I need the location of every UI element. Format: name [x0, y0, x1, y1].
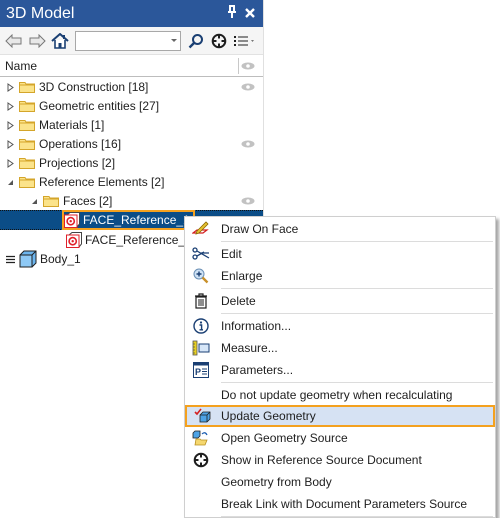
- menu-item-measure[interactable]: Measure...: [185, 337, 495, 359]
- panel-title: 3D Model: [6, 4, 75, 22]
- menu-separator: [221, 382, 493, 383]
- tree-item-label: FACE_Reference_2: [85, 233, 192, 247]
- close-icon[interactable]: [241, 6, 259, 22]
- tree-item-faces[interactable]: Faces [2]: [0, 191, 263, 211]
- menu-item-break-link[interactable]: Break Link with Document Parameters Sour…: [185, 493, 495, 515]
- tree-item-label: Body_1: [40, 252, 81, 266]
- search-combobox[interactable]: [75, 30, 181, 51]
- tree-item-label: 3D Construction [18]: [39, 80, 149, 94]
- tree-item-label: Faces [2]: [63, 194, 113, 208]
- panel-titlebar: 3D Model: [0, 0, 263, 27]
- folder-icon: [19, 120, 35, 131]
- menu-item-open-geometry-source[interactable]: Open Geometry Source: [185, 427, 495, 449]
- tree-item-label: FACE_Reference_1: [83, 213, 190, 227]
- folder-icon: [19, 177, 35, 188]
- selection-highlight-box: FACE_Reference_1: [62, 210, 195, 230]
- expand-arrow-icon[interactable]: [5, 82, 15, 92]
- arrow-right-icon[interactable]: [27, 31, 47, 51]
- menu-separator: [221, 241, 493, 242]
- tree-item-label: Projections [2]: [39, 156, 116, 170]
- column-divider[interactable]: [238, 58, 239, 74]
- menu-separator: [221, 516, 493, 517]
- tree-item-label: Operations [16]: [39, 137, 122, 151]
- pencil-draw-icon: [185, 221, 217, 237]
- menu-item-information[interactable]: Information...: [185, 315, 495, 337]
- menu-item-parameters[interactable]: P Parameters...: [185, 359, 495, 381]
- pin-icon[interactable]: [223, 5, 241, 22]
- tree-item-label: Geometric entities [27]: [39, 99, 160, 113]
- body-cube-icon: [19, 250, 37, 268]
- trash-icon: [185, 293, 217, 309]
- crosshair-icon: [185, 452, 217, 468]
- scissors-edit-icon: [185, 247, 217, 261]
- menu-separator: [221, 288, 493, 289]
- parameters-icon: P: [185, 362, 217, 378]
- svg-text:P: P: [195, 367, 201, 377]
- list-options-icon[interactable]: [232, 31, 258, 51]
- tree-item-operations[interactable]: Operations [16]: [0, 134, 263, 154]
- arrow-left-icon[interactable]: [4, 31, 24, 51]
- tree-item-label: Reference Elements [2]: [39, 175, 165, 189]
- folder-icon: [19, 158, 35, 169]
- menu-item-enlarge[interactable]: Enlarge: [185, 265, 495, 287]
- info-icon: [185, 318, 217, 334]
- folder-icon: [19, 101, 35, 112]
- menu-item-show-in-reference-source[interactable]: Show in Reference Source Document: [185, 449, 495, 471]
- tree-item-projections[interactable]: Projections [2]: [0, 153, 263, 173]
- face-reference-icon: [64, 212, 80, 228]
- zoom-in-icon: [185, 268, 217, 284]
- menu-separator: [221, 313, 493, 314]
- face-reference-icon: [66, 232, 82, 248]
- search-input[interactable]: [76, 31, 166, 50]
- expand-arrow-icon[interactable]: [5, 101, 15, 111]
- crosshair-icon[interactable]: [209, 31, 229, 51]
- name-column-header[interactable]: Name: [5, 59, 263, 73]
- expand-arrow-icon[interactable]: [5, 139, 15, 149]
- context-menu: Draw On Face Edit Enlarge Delete Informa…: [184, 216, 496, 518]
- chevron-down-icon[interactable]: [171, 38, 177, 42]
- tree-item-reference-elements[interactable]: Reference Elements [2]: [0, 172, 263, 192]
- collapse-arrow-icon[interactable]: [29, 196, 39, 206]
- tree-item-label: Materials [1]: [39, 118, 105, 132]
- menu-item-geometry-from-body[interactable]: Geometry from Body: [185, 471, 495, 493]
- folder-icon: [19, 82, 35, 93]
- update-geometry-icon: [187, 408, 219, 424]
- tree-item-materials[interactable]: Materials [1]: [0, 115, 263, 135]
- tree-header: Name: [0, 55, 263, 77]
- eye-icon[interactable]: [241, 83, 255, 91]
- expand-arrow-icon[interactable]: [5, 158, 15, 168]
- menu-item-draw-on-face[interactable]: Draw On Face: [185, 218, 495, 240]
- tree-item-3d-construction[interactable]: 3D Construction [18]: [0, 77, 263, 97]
- eye-icon[interactable]: [241, 197, 255, 205]
- menu-item-do-not-update-geometry[interactable]: Do not update geometry when recalculatin…: [185, 384, 495, 406]
- menu-item-update-geometry[interactable]: Update Geometry: [185, 405, 495, 427]
- lines-icon: [5, 254, 15, 264]
- panel-toolbar: [0, 27, 263, 55]
- eye-icon[interactable]: [241, 140, 255, 148]
- folder-icon: [43, 196, 59, 207]
- tree-item-geometric-entities[interactable]: Geometric entities [27]: [0, 96, 263, 116]
- collapse-arrow-icon[interactable]: [5, 177, 15, 187]
- eye-icon: [241, 62, 255, 70]
- menu-item-edit[interactable]: Edit: [185, 243, 495, 265]
- measure-icon: [185, 340, 217, 356]
- home-icon[interactable]: [50, 31, 70, 51]
- expand-arrow-icon[interactable]: [5, 120, 15, 130]
- search-icon[interactable]: [186, 31, 206, 51]
- folder-icon: [19, 139, 35, 150]
- menu-item-delete[interactable]: Delete: [185, 290, 495, 312]
- open-source-icon: [185, 430, 217, 446]
